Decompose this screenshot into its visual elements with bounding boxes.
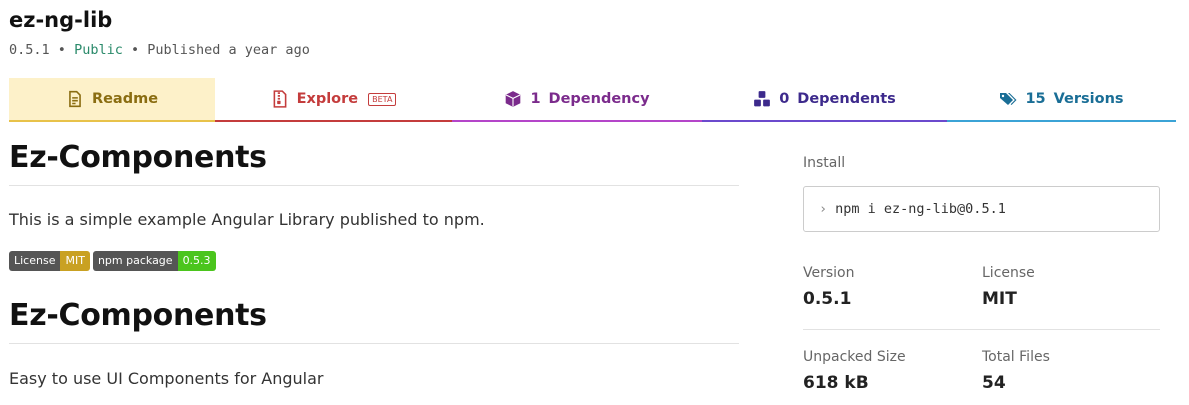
tab-readme[interactable]: Readme — [9, 78, 215, 122]
tab-label: Dependency — [548, 91, 650, 107]
version-value: 0.5.1 — [803, 289, 852, 309]
badge-value: 0.5.3 — [177, 251, 216, 271]
unpacked-size-value: 618 kB — [803, 373, 869, 393]
badge-label: License — [9, 251, 61, 271]
tab-label: Dependents — [797, 91, 896, 107]
divider — [803, 329, 1160, 330]
install-label: Install — [803, 155, 846, 171]
tab-versions[interactable]: 15 Versions — [947, 78, 1176, 122]
document-icon — [69, 90, 81, 108]
meta-separator: • — [130, 42, 140, 58]
prompt-icon: › — [819, 201, 828, 217]
tab-count: 0 — [779, 91, 790, 107]
badge-value: MIT — [60, 251, 90, 271]
published-date: Published a year ago — [147, 42, 310, 58]
beta-badge: BETA — [368, 92, 397, 106]
install-command-box[interactable]: › npm i ez-ng-lib@0.5.1 — [803, 186, 1160, 232]
badge-label: npm package — [92, 251, 178, 271]
package-sidebar: Install › npm i ez-ng-lib@0.5.1 Version … — [803, 155, 1160, 393]
install-command[interactable]: npm i ez-ng-lib@0.5.1 — [835, 201, 1006, 217]
package-version: 0.5.1 — [9, 42, 50, 58]
license-label: License — [982, 265, 1035, 281]
tab-label: Versions — [1053, 91, 1124, 107]
total-files-label: Total Files — [982, 349, 1050, 365]
readme-badges: License MIT npm package 0.5.3 — [9, 251, 216, 271]
tab-dependency[interactable]: 1 Dependency — [452, 78, 702, 122]
package-tabs: Readme Explore BETA 1 Dependency 0 Depen… — [9, 78, 1176, 122]
tab-count: 15 — [1025, 91, 1046, 107]
boxes-icon — [754, 91, 771, 107]
license-value: MIT — [982, 289, 1017, 309]
readme-heading: Ez-Components — [9, 140, 739, 186]
license-stat: License MIT — [982, 265, 1035, 309]
npm-package-badge[interactable]: npm package 0.5.3 — [92, 251, 216, 271]
readme-heading: Ez-Components — [9, 298, 739, 344]
unpacked-size-label: Unpacked Size — [803, 349, 906, 365]
tags-icon — [1000, 93, 1017, 105]
file-zip-icon — [273, 90, 286, 108]
readme-paragraph: This is a simple example Angular Library… — [9, 210, 485, 229]
total-files-stat: Total Files 54 — [982, 349, 1050, 393]
package-meta: 0.5.1 • Public • Published a year ago — [9, 42, 310, 58]
tab-dependents[interactable]: 0 Dependents — [702, 78, 947, 122]
tab-explore[interactable]: Explore BETA — [215, 78, 452, 122]
box-icon — [506, 91, 521, 107]
version-label: Version — [803, 265, 855, 281]
tab-label: Readme — [91, 91, 159, 107]
package-name: ez-ng-lib — [9, 8, 113, 32]
unpacked-size-stat: Unpacked Size 618 kB — [803, 349, 906, 393]
license-badge[interactable]: License MIT — [9, 251, 90, 271]
version-stat: Version 0.5.1 — [803, 265, 854, 309]
meta-separator: • — [57, 42, 66, 58]
package-visibility: Public — [74, 42, 123, 58]
tab-count: 1 — [530, 91, 541, 107]
total-files-value: 54 — [982, 373, 1006, 393]
readme-paragraph: Easy to use UI Components for Angular — [9, 369, 324, 388]
tab-label: Explore — [296, 91, 359, 107]
